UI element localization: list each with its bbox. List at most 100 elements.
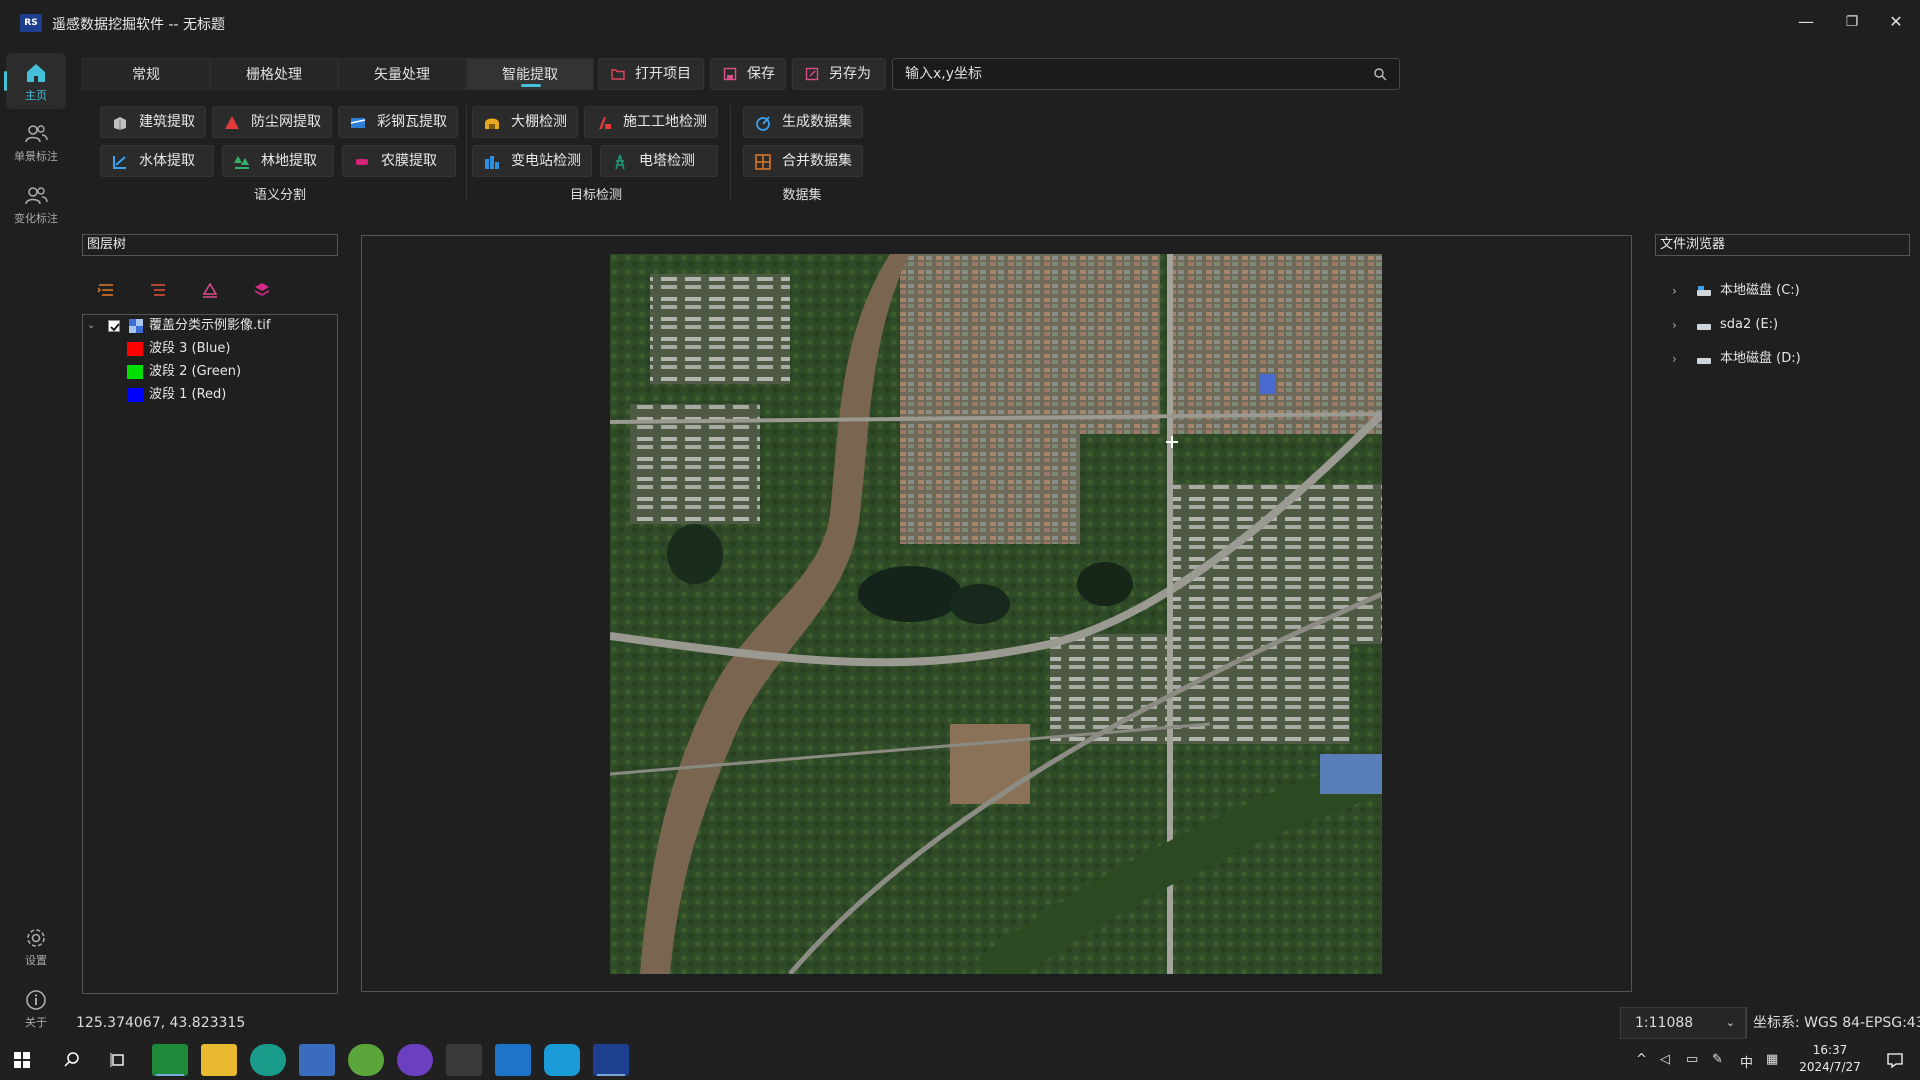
- satellite-image[interactable]: [610, 254, 1382, 974]
- save-button[interactable]: 保存: [710, 58, 786, 90]
- water-extract-label: 水体提取: [139, 153, 195, 169]
- add-layer-icon[interactable]: [200, 280, 220, 300]
- close-button[interactable]: ✕: [1876, 6, 1916, 38]
- coordinate-search-input[interactable]: [893, 59, 1353, 89]
- ribbon-tabs: 常规 栅格处理 矢量处理 智能提取: [82, 58, 594, 90]
- nav-item-single-annotation[interactable]: 单景标注: [6, 114, 66, 170]
- search-icon[interactable]: [1373, 67, 1387, 81]
- github-app-icon[interactable]: [397, 1044, 433, 1076]
- qgis-app-icon[interactable]: [348, 1044, 384, 1076]
- nav-item-label: 设置: [25, 954, 47, 967]
- keyboard-icon[interactable]: ▦: [1766, 1052, 1778, 1067]
- vscode-app-icon[interactable]: [495, 1044, 531, 1076]
- ime-indicator[interactable]: 中: [1740, 1052, 1753, 1071]
- tab-general[interactable]: 常规: [82, 58, 210, 90]
- network-app-icon[interactable]: [299, 1044, 335, 1076]
- open-project-button[interactable]: 打开项目: [598, 58, 704, 90]
- layer-file-row[interactable]: ⌄ 覆盖分类示例影像.tif: [87, 315, 337, 337]
- steel-tile-extract-button[interactable]: 彩钢瓦提取: [338, 106, 458, 138]
- merge-dataset-icon: [755, 154, 771, 170]
- side-nav: 主页 单景标注 变化标注 设置 关于: [0, 48, 72, 1040]
- nav-item-label: 单景标注: [14, 150, 58, 163]
- nav-item-home[interactable]: 主页: [4, 53, 66, 109]
- windows-start-icon[interactable]: [14, 1052, 30, 1068]
- nav-item-label: 变化标注: [14, 212, 58, 225]
- drive-label: 本地磁盘 (C:): [1720, 283, 1800, 298]
- checkmark-icon: [110, 323, 120, 332]
- task-view-icon[interactable]: [110, 1052, 126, 1068]
- drive-label: 本地磁盘 (D:): [1720, 351, 1801, 366]
- file-explorer-app-icon[interactable]: [201, 1044, 237, 1076]
- merge-dataset-label: 合并数据集: [782, 153, 852, 169]
- band-row[interactable]: 波段 2 (Green): [83, 361, 333, 383]
- collapse-all-icon[interactable]: [148, 280, 168, 300]
- home-icon: [27, 64, 45, 82]
- users-icon: [25, 125, 48, 143]
- layers-icon[interactable]: [252, 280, 272, 300]
- building-extract-button[interactable]: 建筑提取: [100, 106, 206, 138]
- band-row[interactable]: 波段 3 (Blue): [83, 338, 333, 360]
- expand-all-icon[interactable]: [96, 280, 116, 300]
- building-icon: [114, 117, 126, 130]
- agri-film-extract-button[interactable]: 农膜提取: [342, 145, 456, 177]
- tab-intelligent-extraction[interactable]: 智能提取: [466, 58, 594, 90]
- steel-roof-icon: [350, 118, 366, 128]
- generate-dataset-label: 生成数据集: [782, 114, 852, 130]
- save-as-button[interactable]: 另存为: [792, 58, 886, 90]
- app-window: RS 遥感数据挖掘软件 -- 无标题 — ❐ ✕ 主页 单景标注 变化标注 设置…: [0, 0, 1920, 1080]
- app-logo-icon: RS: [20, 14, 42, 32]
- nav-item-settings[interactable]: 设置: [6, 918, 66, 974]
- open-project-label: 打开项目: [635, 66, 691, 82]
- power-tower-detect-button[interactable]: 电塔检测: [600, 145, 718, 177]
- building-extract-label: 建筑提取: [139, 114, 195, 130]
- taskbar-clock[interactable]: 16:37 2024/7/27: [1786, 1042, 1874, 1076]
- network-icon[interactable]: ▭: [1686, 1052, 1698, 1067]
- chevron-right-icon[interactable]: ›: [1672, 314, 1677, 336]
- drive-row-d[interactable]: › 本地磁盘 (D:): [1672, 348, 1892, 370]
- map-canvas[interactable]: [610, 254, 1382, 974]
- layer-checkbox[interactable]: [108, 320, 120, 332]
- volume-icon[interactable]: ◁: [1660, 1052, 1670, 1067]
- nav-item-about[interactable]: 关于: [6, 980, 66, 1036]
- search-icon[interactable]: [64, 1052, 80, 1068]
- pen-icon[interactable]: ✎: [1712, 1052, 1723, 1067]
- pycharm-app-icon[interactable]: [152, 1044, 188, 1076]
- file-browser-title: 文件浏览器: [1655, 234, 1910, 256]
- minimize-button[interactable]: —: [1786, 6, 1826, 38]
- chevron-right-icon[interactable]: ›: [1672, 280, 1677, 302]
- substation-detect-button[interactable]: 变电站检测: [472, 145, 592, 177]
- chevron-down-icon[interactable]: ⌄: [87, 315, 95, 337]
- nav-item-change-annotation[interactable]: 变化标注: [6, 176, 66, 232]
- chevron-up-icon[interactable]: ^: [1636, 1052, 1647, 1067]
- greenhouse-detect-label: 大棚检测: [511, 114, 567, 130]
- tab-vector[interactable]: 矢量处理: [338, 58, 466, 90]
- construction-detect-button[interactable]: 施工工地检测: [584, 106, 718, 138]
- generate-dataset-button[interactable]: 生成数据集: [743, 106, 863, 138]
- band-color-swatch: [127, 365, 143, 379]
- window-title: 遥感数据挖掘软件 -- 无标题: [52, 17, 226, 33]
- restore-button[interactable]: ❐: [1832, 6, 1872, 38]
- forest-extract-button[interactable]: 林地提取: [222, 145, 334, 177]
- save-icon: [723, 67, 737, 81]
- substation-detect-label: 变电站检测: [511, 153, 581, 169]
- water-extract-button[interactable]: 水体提取: [100, 145, 214, 177]
- drive-icon: [1697, 358, 1711, 364]
- drive-icon: [1697, 286, 1711, 296]
- greenhouse-detect-button[interactable]: 大棚检测: [472, 106, 578, 138]
- drive-row-e[interactable]: › sda2 (E:): [1672, 314, 1892, 336]
- agri-film-icon: [356, 159, 368, 165]
- merge-dataset-button[interactable]: 合并数据集: [743, 145, 863, 177]
- edge-app-icon[interactable]: [250, 1044, 286, 1076]
- cloud-app-icon[interactable]: [544, 1044, 580, 1076]
- chevron-right-icon[interactable]: ›: [1672, 348, 1677, 370]
- notification-icon[interactable]: [1886, 1051, 1904, 1069]
- scale-select[interactable]: 1:11088 ⌄: [1620, 1007, 1746, 1039]
- drive-label: sda2 (E:): [1720, 317, 1779, 332]
- rs-app-icon[interactable]: [593, 1044, 629, 1076]
- tab-raster[interactable]: 栅格处理: [210, 58, 338, 90]
- water-icon: [113, 156, 126, 169]
- band-row[interactable]: 波段 1 (Red): [83, 384, 333, 406]
- drive-row-c[interactable]: › 本地磁盘 (C:): [1672, 280, 1892, 302]
- dust-net-extract-button[interactable]: 防尘网提取: [212, 106, 332, 138]
- terminal-app-icon[interactable]: [446, 1044, 482, 1076]
